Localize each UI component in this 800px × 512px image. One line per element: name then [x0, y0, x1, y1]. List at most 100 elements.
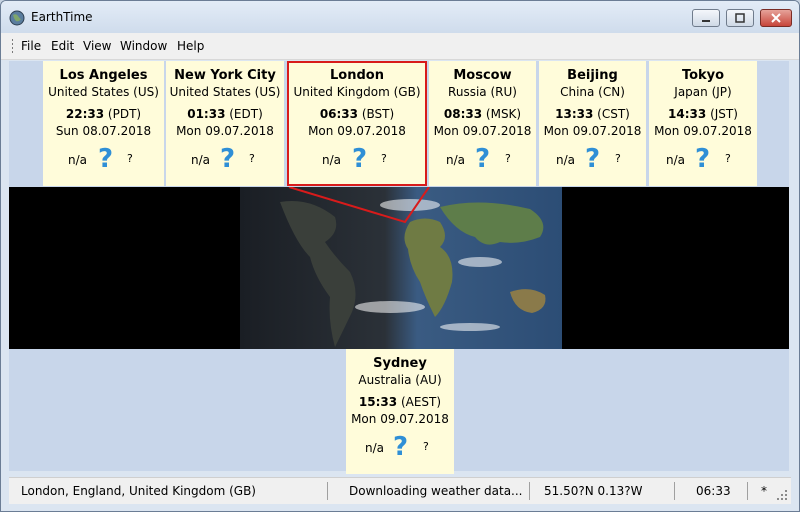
city-date: Mon 09.07.2018 — [433, 124, 532, 138]
city-card-sydney[interactable]: Sydney Australia (AU) 15:33 (AEST) Mon 0… — [346, 349, 454, 474]
app-window: EarthTime File Edit View Window Help Los… — [0, 0, 800, 512]
weather-unknown-icon: ? — [475, 144, 491, 174]
city-zone: (CST) — [597, 107, 630, 121]
weather-temp: n/a — [556, 153, 576, 167]
city-name: Tokyo — [681, 68, 725, 83]
weather-unknown-icon: ? — [585, 144, 601, 174]
menu-file[interactable]: File — [21, 39, 41, 53]
city-name: Sydney — [373, 356, 427, 371]
city-time: 22:33 — [65, 107, 105, 121]
weather-row: n/a ? ? — [429, 144, 536, 174]
status-message: Downloading weather data... — [349, 484, 523, 498]
weather-extra: ? — [423, 440, 429, 453]
city-zone: (MSK) — [485, 107, 522, 121]
menu-help[interactable]: Help — [177, 39, 204, 53]
world-map[interactable] — [240, 187, 562, 349]
city-date: Sun 08.07.2018 — [55, 124, 152, 138]
menu-bar: File Edit View Window Help — [1, 33, 799, 60]
main-content: Los Angeles United States (US) 22:33 (PD… — [9, 61, 789, 474]
menu-view[interactable]: View — [83, 39, 111, 53]
city-time: 14:33 — [668, 107, 707, 121]
weather-temp: n/a — [68, 153, 88, 167]
weather-unknown-icon: ? — [695, 144, 711, 174]
weather-temp: n/a — [191, 153, 211, 167]
menu-edit[interactable]: Edit — [51, 39, 74, 53]
weather-unknown-icon: ? — [352, 144, 368, 174]
resize-grip-icon[interactable] — [775, 488, 789, 502]
city-card-beijing[interactable]: Beijing China (CN) 13:33 (CST) Mon 09.07… — [539, 61, 646, 186]
weather-row: n/a ? ? — [346, 432, 454, 462]
city-card-tokyo[interactable]: Tokyo Japan (JP) 14:33 (JST) Mon 09.07.2… — [649, 61, 757, 186]
close-button[interactable] — [760, 9, 792, 27]
maximize-button[interactable] — [726, 9, 754, 27]
maximize-icon — [735, 13, 745, 23]
status-location: London, England, United Kingdom (GB) — [21, 484, 256, 498]
city-country: United States (US) — [48, 85, 159, 99]
status-bar: London, England, United Kingdom (GB) Dow… — [9, 477, 791, 504]
world-map-band — [9, 187, 789, 349]
city-name: Los Angeles — [59, 68, 148, 83]
weather-unknown-icon: ? — [98, 144, 114, 174]
weather-temp: n/a — [446, 153, 466, 167]
weather-extra: ? — [127, 152, 133, 165]
status-time: 06:33 — [696, 484, 731, 498]
weather-temp: n/a — [322, 153, 342, 167]
city-country: United States (US) — [169, 85, 281, 99]
weather-row: n/a ? ? — [166, 144, 284, 174]
city-card-london[interactable]: London United Kingdom (GB) 06:33 (BST) M… — [287, 61, 427, 186]
weather-row: n/a ? ? — [287, 144, 427, 174]
city-card-los-angeles[interactable]: Los Angeles United States (US) 22:33 (PD… — [43, 61, 164, 186]
city-date: Mon 09.07.2018 — [308, 124, 406, 138]
weather-extra: ? — [249, 152, 255, 165]
city-zone: (EDT) — [229, 107, 263, 121]
weather-row: n/a ? ? — [649, 144, 757, 174]
city-name: Beijing — [567, 68, 618, 83]
city-name: Moscow — [453, 68, 512, 83]
city-time: 01:33 — [187, 107, 226, 121]
status-divider — [674, 482, 675, 500]
window-title: EarthTime — [31, 10, 93, 24]
menu-window[interactable]: Window — [120, 39, 167, 53]
weather-unknown-icon: ? — [393, 432, 409, 462]
status-divider — [529, 482, 530, 500]
city-time: 13:33 — [555, 107, 594, 121]
city-name: London — [330, 68, 384, 83]
weather-extra: ? — [615, 152, 621, 165]
title-bar[interactable]: EarthTime — [1, 1, 799, 33]
weather-temp: n/a — [666, 153, 686, 167]
city-date: Mon 09.07.2018 — [543, 124, 642, 138]
close-icon — [771, 13, 781, 23]
weather-temp: n/a — [365, 441, 385, 455]
earth-icon — [9, 10, 25, 26]
city-zone: (PDT) — [107, 107, 142, 121]
city-country: Russia (RU) — [448, 85, 517, 99]
weather-extra: ? — [505, 152, 511, 165]
weather-extra: ? — [725, 152, 731, 165]
city-time: 08:33 — [443, 107, 483, 121]
weather-row: n/a ? ? — [43, 144, 164, 174]
city-country: China (CN) — [560, 85, 625, 99]
minimize-icon — [702, 20, 710, 22]
city-country: Australia (AU) — [358, 373, 442, 387]
city-card-new-york-city[interactable]: New York City United States (US) 01:33 (… — [166, 61, 284, 186]
city-date: Mon 09.07.2018 — [654, 124, 752, 138]
city-country: Japan (JP) — [674, 85, 732, 99]
status-divider — [747, 482, 748, 500]
city-name: New York City — [174, 68, 276, 83]
city-time: 06:33 — [319, 107, 359, 121]
status-flag: * — [761, 484, 767, 498]
city-country: United Kingdom (GB) — [293, 85, 421, 99]
menu-grip — [11, 38, 14, 54]
weather-unknown-icon: ? — [220, 144, 236, 174]
weather-row: n/a ? ? — [539, 144, 646, 174]
city-zone: (JST) — [710, 107, 738, 121]
minimize-button[interactable] — [692, 9, 720, 27]
weather-extra: ? — [381, 152, 387, 165]
status-coordinates: 51.50?N 0.13?W — [544, 484, 643, 498]
city-card-moscow[interactable]: Moscow Russia (RU) 08:33 (MSK) Mon 09.07… — [429, 61, 536, 186]
city-date: Mon 09.07.2018 — [176, 124, 274, 138]
city-time: 15:33 — [358, 395, 398, 409]
city-zone: (BST) — [361, 107, 395, 121]
city-date: Mon 09.07.2018 — [351, 412, 449, 426]
status-divider — [327, 482, 328, 500]
